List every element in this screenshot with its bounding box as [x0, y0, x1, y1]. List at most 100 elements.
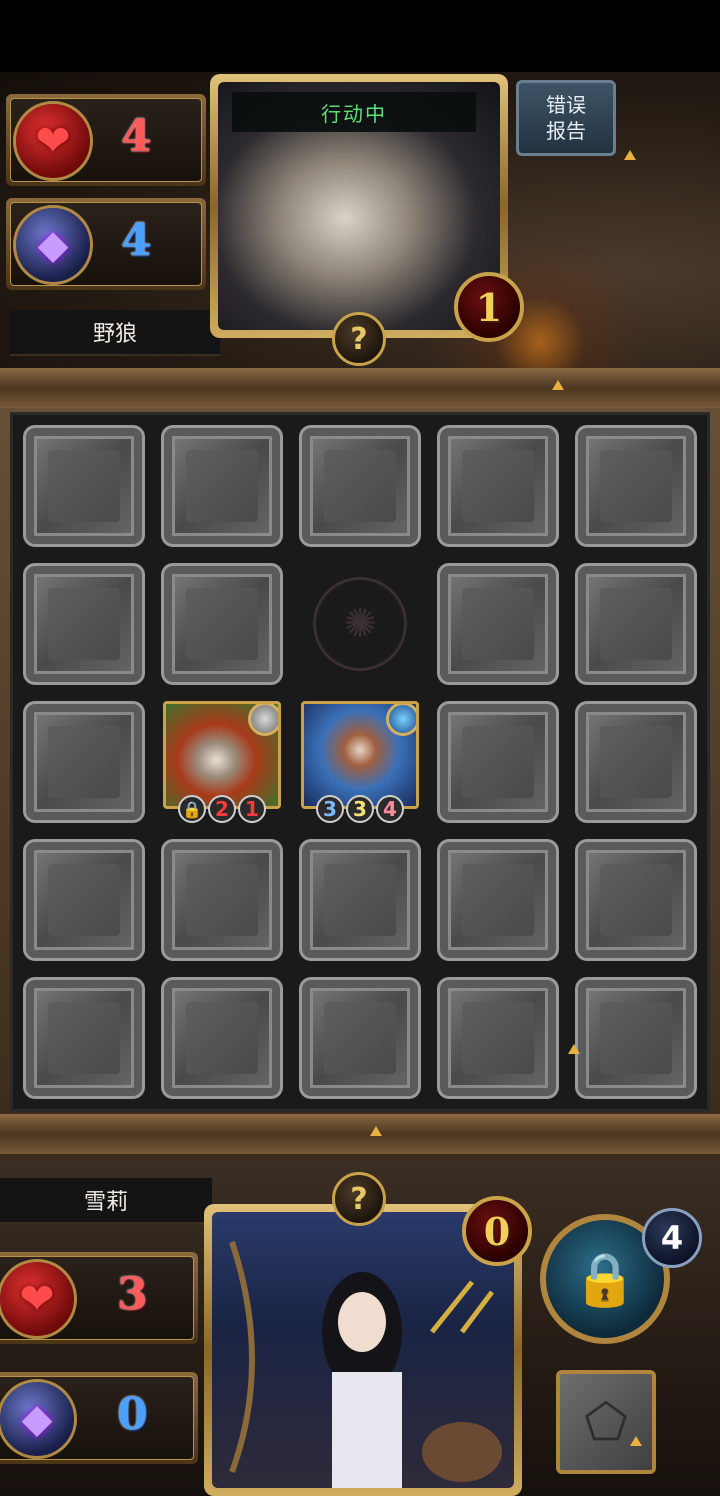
tile-face	[600, 864, 672, 936]
board-cell[interactable]	[153, 831, 291, 969]
lock-count-badge: 4	[642, 1208, 702, 1268]
wolf-unit-card[interactable]	[163, 701, 281, 809]
enemy-name: 野狼	[92, 322, 137, 347]
empty-stone-tile	[575, 839, 697, 961]
unit-class-badge-icon	[248, 704, 278, 736]
tile-face	[462, 726, 534, 798]
unit-stats: 334	[295, 795, 425, 827]
empty-stone-tile	[575, 563, 697, 685]
empty-stone-tile	[575, 425, 697, 547]
enemy-mana-panel: ◆ 4	[6, 198, 206, 290]
empty-stone-tile	[437, 563, 559, 685]
tile-face	[600, 450, 672, 522]
lock-stat-icon: 🔒	[178, 795, 206, 823]
unit-stats: 🔒 2 1	[157, 795, 287, 827]
board-cell[interactable]	[567, 555, 705, 693]
enemy-help-button[interactable]: ?	[332, 312, 386, 366]
board-cell[interactable]	[429, 555, 567, 693]
player-help-button[interactable]: ?	[332, 1172, 386, 1226]
mana-crystal-icon: ◆	[0, 1379, 77, 1459]
tile-face	[462, 588, 534, 660]
empty-stone-tile	[437, 839, 559, 961]
board-cell[interactable]	[15, 555, 153, 693]
empty-stone-tile	[161, 563, 283, 685]
board-cell[interactable]	[567, 693, 705, 831]
board-cell[interactable]	[15, 969, 153, 1107]
empty-stone-tile	[437, 425, 559, 547]
tile-face	[48, 864, 120, 936]
unit-stat-value: 4	[376, 795, 404, 823]
tile-face	[462, 864, 534, 936]
player-mana-panel: ◆ 0	[0, 1372, 198, 1464]
tile-face	[48, 588, 120, 660]
board-cell[interactable]	[567, 969, 705, 1107]
empty-stone-tile	[299, 977, 421, 1099]
tile-face	[600, 588, 672, 660]
player-mana-value: 0	[117, 1389, 148, 1440]
board-cell[interactable]	[429, 417, 567, 555]
spark-particle	[552, 380, 564, 390]
mana-crystal-icon: ◆	[13, 205, 93, 285]
unit-stat-value: 3	[316, 795, 344, 823]
player-turn-counter: 0	[462, 1196, 532, 1266]
hunter-unit-card[interactable]	[301, 701, 419, 809]
board-cell[interactable]: 334	[291, 693, 429, 831]
tile-face	[600, 726, 672, 798]
tile-face	[186, 864, 258, 936]
action-status-label: 行动中	[232, 92, 476, 132]
tile-face	[462, 450, 534, 522]
empty-stone-tile	[437, 701, 559, 823]
empty-stone-tile	[23, 425, 145, 547]
enemy-hp-value: 4	[121, 111, 152, 162]
archer-portrait-art	[212, 1212, 514, 1488]
board-cell[interactable]	[15, 693, 153, 831]
board-cell[interactable]: ✺	[291, 555, 429, 693]
board-cell[interactable]	[567, 831, 705, 969]
empty-stone-tile	[575, 977, 697, 1099]
board-cell[interactable]	[567, 417, 705, 555]
board-cell[interactable]	[429, 831, 567, 969]
pentagon-icon: ⬠	[584, 1393, 628, 1451]
status-bar	[0, 0, 720, 72]
unit-stat-value: 2	[208, 795, 236, 823]
board-cell[interactable]	[15, 831, 153, 969]
error-report-button[interactable]: 错误 报告	[516, 80, 616, 156]
empty-stone-tile	[437, 977, 559, 1099]
spark-particle	[624, 150, 636, 160]
empty-stone-tile	[23, 701, 145, 823]
board-cell[interactable]	[153, 417, 291, 555]
tile-face	[48, 1002, 120, 1074]
board-top-rail	[0, 368, 720, 408]
spark-particle	[568, 1044, 580, 1054]
empty-stone-tile	[575, 701, 697, 823]
enemy-name-plate: 野狼	[10, 310, 220, 356]
tile-face	[462, 1002, 534, 1074]
board-cell[interactable]	[15, 417, 153, 555]
tile-face	[600, 1002, 672, 1074]
board-cell[interactable]	[291, 969, 429, 1107]
board-bottom-rail	[0, 1114, 720, 1154]
board-cell[interactable]	[291, 831, 429, 969]
rune-circle-icon: ✺	[313, 577, 407, 671]
game-board: ✺ 🔒 2 1 3 3 4	[10, 412, 710, 1112]
board-cell[interactable]	[291, 417, 429, 555]
tile-face	[186, 588, 258, 660]
unit-stat-value: 3	[346, 795, 374, 823]
empty-stone-tile	[23, 563, 145, 685]
spark-particle	[370, 1126, 382, 1136]
board-cell[interactable]	[153, 969, 291, 1107]
enemy-mana-value: 4	[121, 215, 152, 266]
heart-icon: ❤	[13, 101, 93, 181]
archer-figure	[229, 1241, 502, 1488]
player-name: 雪莉	[83, 1190, 128, 1215]
pentagon-button[interactable]: ⬠	[556, 1370, 656, 1474]
board-cell[interactable]	[429, 969, 567, 1107]
tile-face	[324, 450, 396, 522]
empty-stone-tile	[161, 839, 283, 961]
board-cell[interactable]: 🔒 2 1	[153, 693, 291, 831]
board-cell[interactable]	[429, 693, 567, 831]
tile-face	[48, 726, 120, 798]
enemy-turn-counter: 1	[454, 272, 524, 342]
empty-stone-tile	[299, 839, 421, 961]
board-cell[interactable]	[153, 555, 291, 693]
